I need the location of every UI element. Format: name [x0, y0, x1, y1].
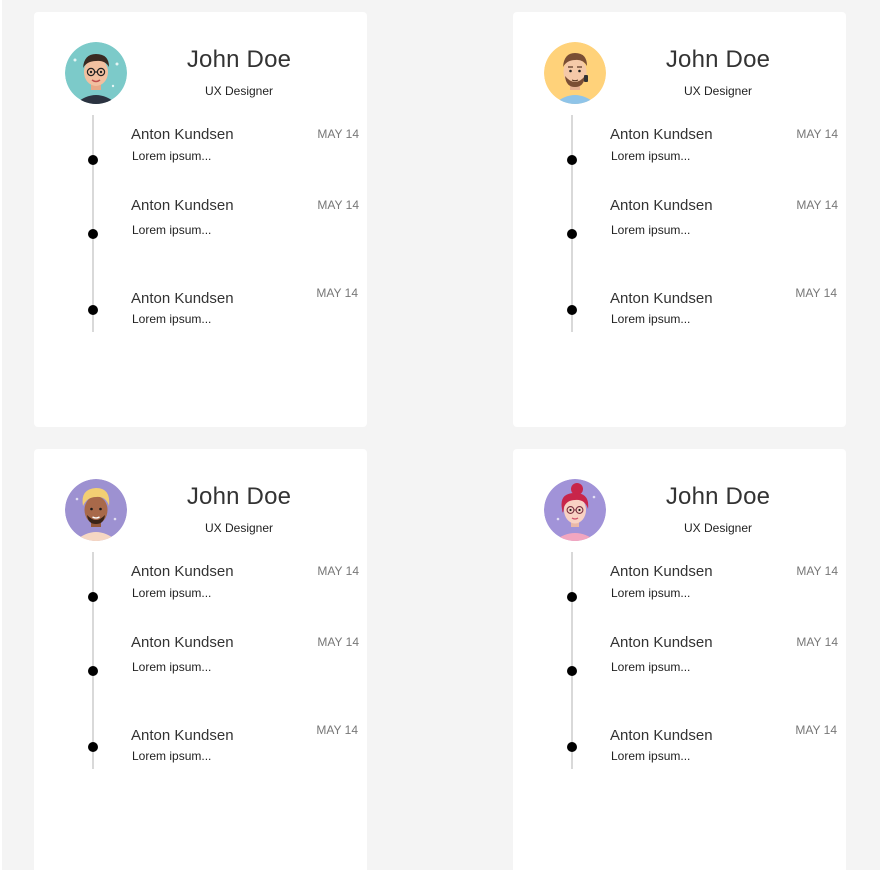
timeline-item-title: Anton Kundsen	[610, 727, 713, 744]
profile-role: UX Designer	[204, 84, 274, 98]
timeline-dot	[88, 305, 98, 315]
timeline-item: Anton Kundsen Lorem ipsum... MAY 14	[34, 126, 367, 166]
timeline-item-text: Lorem ipsum...	[132, 149, 212, 163]
timeline-dot	[88, 742, 98, 752]
timeline-item: Anton Kundsen Lorem ipsum... MAY 14	[513, 126, 846, 166]
profile-name: John Doe	[186, 483, 292, 510]
timeline-item-text: Lorem ipsum...	[611, 223, 691, 237]
timeline-item-title: Anton Kundsen	[610, 197, 713, 214]
timeline-dot	[567, 592, 577, 602]
timeline-item: Anton Kundsen Lorem ipsum... MAY 14	[513, 286, 846, 329]
profile-name: John Doe	[665, 483, 771, 510]
timeline-item-title: Anton Kundsen	[131, 563, 234, 580]
timeline-item-title: Anton Kundsen	[131, 634, 234, 651]
profile-name: John Doe	[186, 46, 292, 73]
timeline-dot	[567, 305, 577, 315]
timeline-item-text: Lorem ipsum...	[611, 749, 691, 763]
timeline-item-text: Lorem ipsum...	[611, 586, 691, 600]
timeline-item-date: MAY 14	[795, 723, 837, 737]
page-edge	[0, 0, 2, 870]
profile-role: UX Designer	[204, 521, 274, 535]
profile-card: John Doe UX Designer Anton Kundsen Lorem…	[513, 449, 846, 870]
timeline-item-date: MAY 14	[796, 198, 838, 212]
timeline-item-title: Anton Kundsen	[131, 290, 234, 307]
timeline-item-date: MAY 14	[796, 635, 838, 649]
timeline-item-text: Lorem ipsum...	[132, 749, 212, 763]
timeline-dot	[88, 155, 98, 165]
timeline-item-date: MAY 14	[796, 127, 838, 141]
timeline-item-text: Lorem ipsum...	[132, 586, 212, 600]
timeline-item-text: Lorem ipsum...	[611, 312, 691, 326]
timeline-dot	[567, 666, 577, 676]
timeline-item-title: Anton Kundsen	[610, 563, 713, 580]
timeline-dot	[88, 666, 98, 676]
profile-role: UX Designer	[683, 84, 753, 98]
timeline-item-title: Anton Kundsen	[131, 727, 234, 744]
timeline-item: Anton Kundsen Lorem ipsum... MAY 14	[34, 634, 367, 676]
timeline-item-text: Lorem ipsum...	[611, 149, 691, 163]
timeline-dot	[567, 742, 577, 752]
timeline-item-text: Lorem ipsum...	[132, 312, 212, 326]
timeline-item-date: MAY 14	[316, 723, 358, 737]
timeline-item-text: Lorem ipsum...	[611, 660, 691, 674]
timeline-item: Anton Kundsen Lorem ipsum... MAY 14	[513, 197, 846, 239]
timeline-dot	[88, 592, 98, 602]
timeline-item-title: Anton Kundsen	[131, 197, 234, 214]
timeline-item-text: Lorem ipsum...	[132, 223, 212, 237]
profile-card: John Doe UX Designer Anton Kundsen Lorem…	[513, 12, 846, 427]
timeline-item: Anton Kundsen Lorem ipsum... MAY 14	[34, 286, 367, 329]
timeline-item: Anton Kundsen Lorem ipsum... MAY 14	[34, 197, 367, 239]
timeline-item-date: MAY 14	[317, 564, 359, 578]
timeline-item-text: Lorem ipsum...	[132, 660, 212, 674]
timeline-item-title: Anton Kundsen	[131, 126, 234, 143]
male-avatar-dark-hair-icon	[65, 42, 127, 104]
timeline-item: Anton Kundsen Lorem ipsum... MAY 14	[34, 723, 367, 766]
timeline-dot	[567, 155, 577, 165]
timeline-item-date: MAY 14	[796, 564, 838, 578]
timeline-item: Anton Kundsen Lorem ipsum... MAY 14	[513, 563, 846, 603]
timeline-item: Anton Kundsen Lorem ipsum... MAY 14	[513, 634, 846, 676]
timeline-item-date: MAY 14	[317, 635, 359, 649]
timeline-dot	[88, 229, 98, 239]
timeline-item: Anton Kundsen Lorem ipsum... MAY 14	[34, 563, 367, 603]
female-avatar-red-hair-icon	[544, 479, 606, 541]
male-avatar-blonde-icon	[65, 479, 127, 541]
profile-name: John Doe	[665, 46, 771, 73]
timeline-item-date: MAY 14	[316, 286, 358, 300]
profile-card: John Doe UX Designer Anton Kundsen Lorem…	[34, 12, 367, 427]
timeline-item-date: MAY 14	[317, 127, 359, 141]
timeline-item-title: Anton Kundsen	[610, 126, 713, 143]
profile-card: John Doe UX Designer Anton Kundsen Lorem…	[34, 449, 367, 870]
timeline-dot	[567, 229, 577, 239]
profile-role: UX Designer	[683, 521, 753, 535]
timeline-item-title: Anton Kundsen	[610, 634, 713, 651]
timeline-item-title: Anton Kundsen	[610, 290, 713, 307]
timeline-item-date: MAY 14	[795, 286, 837, 300]
male-avatar-beard-icon	[544, 42, 606, 104]
timeline-item-date: MAY 14	[317, 198, 359, 212]
timeline-item: Anton Kundsen Lorem ipsum... MAY 14	[513, 723, 846, 766]
